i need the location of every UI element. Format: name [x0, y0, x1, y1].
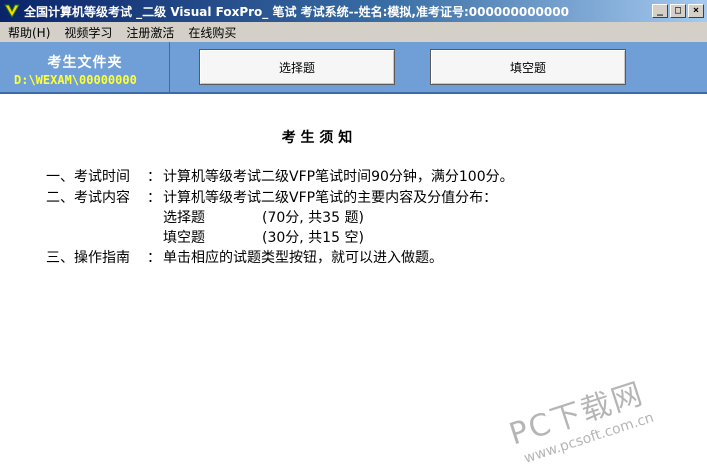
window-title: 全国计算机等级考试 _二级 Visual FoxPro_ 笔试 考试系统--姓名…: [24, 4, 569, 19]
multiple-choice-button[interactable]: 选择题: [199, 49, 395, 85]
menu-video-learning[interactable]: 视频学习: [56, 24, 118, 41]
notice-item-separator: ：: [147, 250, 161, 266]
minimize-button[interactable]: _: [652, 4, 668, 18]
question-type-score: (70分, 共35 题): [262, 210, 364, 226]
title-bar: 全国计算机等级考试 _二级 Visual FoxPro_ 笔试 考试系统--姓名…: [0, 0, 707, 22]
notice-item-label: 三、操作指南: [46, 250, 130, 266]
fill-in-blank-button[interactable]: 填空题: [430, 49, 626, 85]
notice-item-label: 一、考试时间: [46, 169, 130, 185]
close-button[interactable]: ×: [688, 4, 704, 18]
window-controls: _ □ ×: [652, 4, 704, 18]
question-type-name: 填空题: [163, 230, 205, 246]
maximize-button[interactable]: □: [670, 4, 686, 18]
menu-register-activate[interactable]: 注册激活: [118, 24, 180, 41]
toolbar: 考生文件夹 D:\WEXAM\00000000 选择题 填空题: [0, 42, 707, 94]
notice-title: 考 生 须 知: [281, 130, 353, 146]
menu-help[interactable]: 帮助(H): [0, 24, 56, 41]
menu-bar: 帮助(H) 视频学习 注册激活 在线购买: [0, 22, 707, 42]
notice-item-text: 计算机等级考试二级VFP笔试的主要内容及分值分布：: [163, 190, 498, 206]
notice-item-text: 计算机等级考试二级VFP笔试时间90分钟，满分100分。: [163, 169, 514, 185]
exam-folder-panel: 考生文件夹 D:\WEXAM\00000000: [0, 42, 170, 92]
notice-item-label: 二、考试内容: [46, 190, 130, 206]
v-check-icon: [4, 3, 20, 19]
notice-item-separator: ：: [147, 190, 161, 206]
question-type-name: 选择题: [163, 210, 205, 226]
notice-item-separator: ：: [147, 169, 161, 185]
notice-item-text: 单击相应的试题类型按钮，就可以进入做题。: [163, 250, 443, 266]
menu-online-purchase[interactable]: 在线购买: [180, 24, 242, 41]
question-type-score: (30分, 共15 空): [262, 230, 364, 246]
exam-folder-path[interactable]: D:\WEXAM\00000000: [14, 73, 137, 87]
exam-folder-title: 考生文件夹: [47, 55, 123, 71]
